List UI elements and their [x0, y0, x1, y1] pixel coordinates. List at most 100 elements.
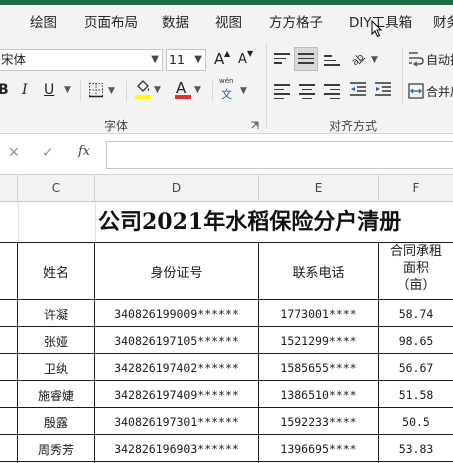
header-name[interactable]: 姓名 — [18, 262, 94, 281]
italic-icon: I — [22, 82, 28, 98]
chevron-down-icon: ▼ — [371, 55, 378, 65]
merge-center-button[interactable]: 合并后 — [408, 81, 453, 103]
cell-name[interactable]: 殷露 — [18, 414, 94, 431]
tab-draw[interactable]: 绘图 — [30, 11, 57, 31]
font-name-value: 宋体 — [1, 52, 27, 67]
cell-area[interactable]: 98.65 — [379, 334, 453, 348]
cell-name[interactable]: 施睿婕 — [18, 387, 94, 404]
worksheet-grid[interactable]: 公司2021年水稻保险分户清册 姓名 身份证号 联系电话 合同承租 面积 （亩）… — [0, 202, 453, 463]
font-size-value: 11 — [169, 52, 185, 67]
shrink-font-button[interactable]: A ▼ — [236, 49, 258, 71]
cell-area[interactable]: 53.83 — [379, 442, 453, 456]
cell-id-number[interactable]: 342826197409****** — [95, 388, 258, 402]
cell-area[interactable]: 51.58 — [379, 388, 453, 402]
align-bottom-icon — [324, 55, 340, 69]
grow-font-button[interactable]: A ▲ — [212, 49, 234, 71]
tab-finance[interactable]: 财务 — [433, 11, 453, 31]
cell-name[interactable]: 张娅 — [18, 333, 94, 350]
sheet-title[interactable]: 公司2021年水稻保险分户清册 — [98, 204, 401, 236]
table-border — [0, 461, 453, 462]
cell-id-number[interactable]: 340826199009****** — [95, 307, 258, 321]
column-header-f[interactable]: F — [379, 175, 453, 202]
phonetic-guide-button[interactable]: wén 文 ▼ — [218, 77, 252, 103]
align-top-button[interactable] — [271, 49, 293, 71]
align-middle-icon — [298, 53, 314, 67]
caret-down-icon: ▼ — [247, 49, 254, 58]
cell-id-number[interactable]: 340826197301****** — [95, 415, 258, 429]
dialog-launcher-icon[interactable] — [250, 121, 259, 130]
decrease-indent-button[interactable] — [349, 81, 371, 103]
cell-phone[interactable]: 1592233**** — [259, 415, 378, 429]
cell-phone[interactable]: 1773001**** — [259, 307, 378, 321]
column-header-c[interactable]: C — [18, 175, 95, 202]
chevron-down-icon: ▼ — [240, 86, 247, 96]
font-size-select[interactable]: 11 ▼ — [166, 49, 206, 71]
paint-bucket-icon — [137, 80, 150, 92]
fill-color-swatch — [135, 95, 151, 99]
table-border — [0, 299, 453, 300]
underline-button[interactable]: U ▼ — [44, 81, 76, 101]
orientation-button[interactable]: ab ▼ — [349, 49, 383, 71]
mouse-cursor-icon — [371, 20, 383, 38]
cell-phone[interactable]: 1396695**** — [259, 442, 378, 456]
tab-fangfang[interactable]: 方方格子 — [269, 11, 323, 31]
confirm-icon[interactable]: ✓ — [42, 145, 54, 161]
header-phone[interactable]: 联系电话 — [259, 262, 378, 281]
column-headers: C D E F — [0, 175, 453, 202]
chevron-down-icon: ▼ — [108, 86, 115, 96]
increase-indent-button[interactable] — [374, 81, 396, 103]
bold-button[interactable]: B — [0, 81, 12, 101]
chevron-down-icon: ▼ — [64, 85, 71, 95]
ribbon-tabs: 绘图 页面布局 数据 视图 方方格子 DIY工具箱 财务 — [0, 5, 453, 38]
tab-page-layout[interactable]: 页面布局 — [84, 11, 138, 31]
divider — [126, 81, 127, 101]
cell-id-number[interactable]: 342826197402****** — [95, 361, 258, 375]
cell-name[interactable]: 卫纨 — [18, 360, 94, 377]
table-border — [0, 380, 453, 381]
align-middle-button[interactable] — [294, 47, 318, 71]
formula-input[interactable] — [106, 141, 453, 169]
phonetic-label: wén — [219, 77, 234, 85]
caret-up-icon: ▲ — [224, 49, 231, 58]
chevron-down-icon: ▼ — [194, 85, 201, 95]
merge-center-label: 合并后 — [426, 85, 453, 99]
insert-function-icon[interactable]: fx — [78, 144, 90, 159]
column-header-d[interactable]: D — [95, 175, 259, 202]
formula-bar: ✕ ✓ fx — [0, 134, 453, 175]
increase-indent-icon — [375, 82, 391, 96]
align-left-button[interactable] — [271, 81, 293, 103]
font-color-button[interactable]: A ▼ — [174, 79, 206, 102]
header-area[interactable]: 合同承租 面积 （亩） — [379, 243, 453, 294]
decrease-indent-icon — [350, 82, 366, 96]
cell-area[interactable]: 58.74 — [379, 307, 453, 321]
italic-button[interactable]: I — [20, 81, 34, 101]
cell-id-number[interactable]: 340826197105****** — [95, 334, 258, 348]
fill-color-button[interactable]: ▼ — [134, 80, 166, 102]
cell-name[interactable]: 周秀芳 — [18, 441, 94, 458]
align-right-button[interactable] — [321, 81, 343, 103]
ribbon-home: 宋体 ▼ 11 ▼ A ▲ A ▼ B I U ▼ ▼ ▼ A ▼ wén 文 … — [0, 37, 453, 134]
header-area-line1: 合同承租 — [389, 244, 442, 259]
cell-area[interactable]: 56.67 — [379, 361, 453, 375]
cell-phone[interactable]: 1386510**** — [259, 388, 378, 402]
gridline — [18, 202, 19, 242]
cell-phone[interactable]: 1585655**** — [259, 361, 378, 375]
font-name-select[interactable]: 宋体 ▼ — [0, 49, 163, 71]
cancel-icon[interactable]: ✕ — [8, 145, 20, 161]
cell-id-number[interactable]: 342826196903****** — [95, 442, 258, 456]
align-center-button[interactable] — [296, 81, 318, 103]
column-header-e[interactable]: E — [259, 175, 379, 202]
tab-data[interactable]: 数据 — [162, 11, 189, 31]
wrap-text-button[interactable]: 自动换 — [408, 49, 453, 71]
divider — [212, 81, 213, 101]
table-border — [0, 434, 453, 435]
borders-button[interactable]: ▼ — [88, 82, 120, 102]
cell-name[interactable]: 许凝 — [18, 306, 94, 323]
header-id-number[interactable]: 身份证号 — [95, 262, 258, 281]
column-header-b[interactable] — [0, 175, 18, 202]
shrink-font-icon: A — [238, 52, 247, 67]
tab-view[interactable]: 视图 — [215, 11, 242, 31]
cell-phone[interactable]: 1521299**** — [259, 334, 378, 348]
align-bottom-button[interactable] — [321, 49, 343, 71]
cell-area[interactable]: 50.5 — [379, 415, 453, 429]
